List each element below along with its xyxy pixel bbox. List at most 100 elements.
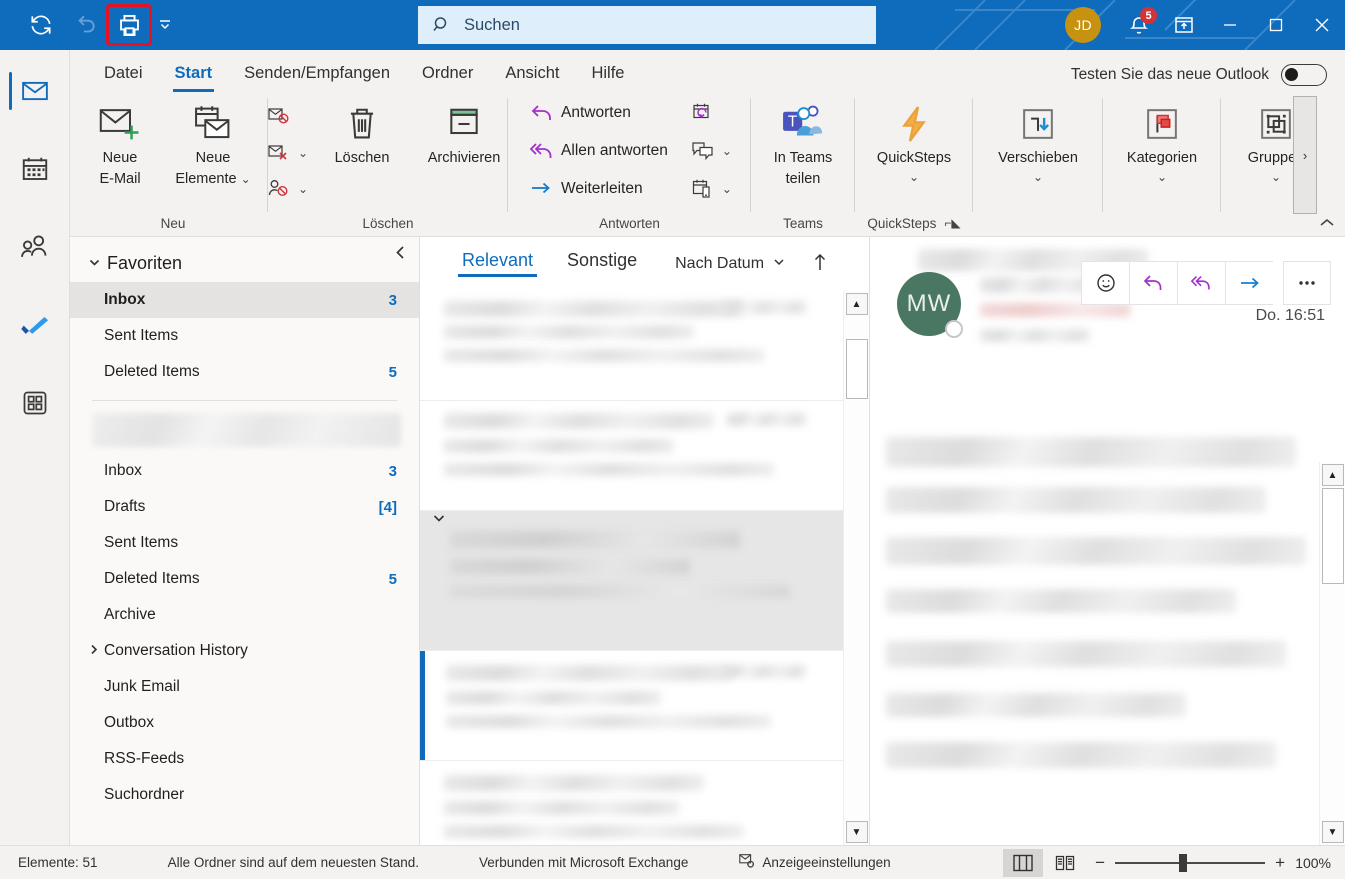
reply-button[interactable] <box>1129 261 1177 305</box>
favorites-header[interactable]: Favoriten <box>70 237 419 282</box>
reply-all-button[interactable]: Allen antworten <box>523 134 672 168</box>
avatar[interactable]: JD <box>1065 7 1101 43</box>
meeting-reply-button[interactable] <box>684 96 736 130</box>
sidebar-item-drafts[interactable]: Drafts [4] <box>70 489 419 525</box>
ignore-button[interactable] <box>260 100 312 134</box>
chevron-down-icon[interactable]: ⌄ <box>1033 170 1043 185</box>
chevron-down-icon[interactable]: ⌄ <box>722 144 732 158</box>
print-icon[interactable] <box>106 4 152 46</box>
tab-ordner[interactable]: Ordner <box>406 54 489 92</box>
sidebar-item-calendar[interactable] <box>7 142 63 196</box>
notifications-bell-icon[interactable]: 5 <box>1117 3 1161 47</box>
sidebar-item-inbox[interactable]: Inbox 3 <box>70 453 419 489</box>
scroll-up-button[interactable]: ▲ <box>845 293 868 315</box>
ribbon-overflow-button[interactable]: › <box>1293 96 1317 214</box>
sidebar-item-junk-email[interactable]: Junk Email <box>70 669 419 705</box>
undo-icon[interactable] <box>64 6 106 44</box>
ribbon-collapse-chevron-up-icon[interactable] <box>1315 212 1339 234</box>
normal-view-button[interactable] <box>1003 848 1044 877</box>
list-item-unread[interactable] <box>420 651 843 761</box>
zoom-slider[interactable] <box>1115 853 1266 872</box>
list-item-selected[interactable] <box>420 511 843 651</box>
junk-button[interactable]: ⌄ <box>260 136 312 170</box>
quicksteps-button[interactable]: QuickSteps ⌄ <box>862 98 966 188</box>
sidebar-item-apps[interactable] <box>7 376 63 430</box>
reading-pane-scrollbar[interactable]: ▲ ▼ <box>1319 462 1345 845</box>
new-items-button[interactable]: Neue Elemente ⌄ <box>161 98 265 191</box>
archive-button[interactable]: Archivieren <box>412 98 516 171</box>
tab-hilfe[interactable]: Hilfe <box>575 54 640 92</box>
react-emoji-button[interactable] <box>1081 261 1129 305</box>
tab-ansicht[interactable]: Ansicht <box>489 54 575 92</box>
delete-button[interactable]: Löschen <box>314 98 410 171</box>
im-reply-button[interactable]: ⌄ <box>684 134 736 168</box>
tab-start[interactable]: Start <box>159 54 229 92</box>
chevron-down-icon[interactable]: ⌄ <box>1157 170 1167 185</box>
dialog-launcher-icon[interactable]: ⌐◣ <box>944 216 960 230</box>
forward-button[interactable]: Weiterleiten <box>523 172 672 206</box>
reply-with-mobile-button[interactable]: ⌄ <box>684 172 736 206</box>
sort-ascending-arrow-icon[interactable] <box>812 252 828 277</box>
account-name-blurred[interactable] <box>92 413 401 447</box>
move-button[interactable]: Verschieben ⌄ <box>986 98 1090 188</box>
sidebar-item-suchordner[interactable]: Suchordner <box>70 777 419 813</box>
tab-relevant[interactable]: Relevant <box>458 250 538 279</box>
collapse-folder-pane-chevron-left-icon[interactable] <box>389 241 411 263</box>
zoom-in-button[interactable]: + <box>1275 853 1285 873</box>
zoom-out-button[interactable]: − <box>1095 853 1105 873</box>
minimize-button[interactable] <box>1207 0 1253 50</box>
sidebar-item-todo[interactable] <box>7 298 63 352</box>
sidebar-item-rss-feeds[interactable]: RSS-Feeds <box>70 741 419 777</box>
sync-icon[interactable] <box>20 6 62 44</box>
reply-all-button[interactable] <box>1177 261 1225 305</box>
sidebar-item-outbox[interactable]: Outbox <box>70 705 419 741</box>
list-item[interactable] <box>420 401 843 511</box>
chevron-down-icon[interactable]: ⌄ <box>298 182 308 196</box>
block-sender-button[interactable]: ⌄ <box>260 172 312 206</box>
zoom-level[interactable]: 100% <box>1295 855 1337 871</box>
scroll-down-button[interactable]: ▼ <box>845 821 868 843</box>
sidebar-item-favorites-deleted[interactable]: Deleted Items 5 <box>70 354 419 390</box>
new-outlook-toggle[interactable] <box>1281 64 1327 86</box>
chevron-down-icon[interactable]: ⌄ <box>909 170 919 185</box>
tab-sonstige[interactable]: Sonstige <box>563 250 641 279</box>
chevron-down-icon[interactable] <box>432 511 446 528</box>
list-item[interactable] <box>420 761 843 845</box>
reply-button[interactable]: Antworten <box>523 96 672 130</box>
chevron-down-icon[interactable]: ⌄ <box>1271 170 1281 185</box>
chevron-down-icon[interactable]: ⌄ <box>722 182 732 196</box>
qat-more-chevron-down-icon[interactable] <box>152 6 178 44</box>
categories-button[interactable]: Kategorien ⌄ <box>1110 98 1214 188</box>
forward-button[interactable] <box>1225 261 1273 305</box>
maximize-button[interactable] <box>1253 0 1299 50</box>
sidebar-item-favorites-inbox[interactable]: Inbox 3 <box>70 282 419 318</box>
zoom-control[interactable]: − + <box>1087 853 1293 873</box>
sidebar-item-people[interactable] <box>7 220 63 274</box>
sidebar-item-archive[interactable]: Archive <box>70 597 419 633</box>
list-item[interactable] <box>420 291 843 401</box>
scrollbar-thumb[interactable] <box>845 339 868 399</box>
more-actions-button[interactable] <box>1283 261 1331 305</box>
zoom-thumb[interactable] <box>1179 853 1188 872</box>
sidebar-item-favorites-sent[interactable]: Sent Items <box>70 318 419 354</box>
new-email-button[interactable]: Neue E-Mail <box>81 98 159 191</box>
view-settings-button[interactable]: Anzeigeeinstellungen <box>726 846 902 879</box>
search-input[interactable]: Suchen <box>418 6 876 44</box>
sidebar-item-sent-items[interactable]: Sent Items <box>70 525 419 561</box>
reading-view-button[interactable] <box>1045 849 1085 877</box>
close-button[interactable] <box>1299 0 1345 50</box>
chevron-right-icon[interactable] <box>88 643 104 659</box>
sidebar-item-mail[interactable] <box>7 64 63 118</box>
scroll-up-button[interactable]: ▲ <box>1321 464 1344 486</box>
chevron-down-icon[interactable]: ⌄ <box>298 146 308 160</box>
new-outlook-toggle-container[interactable]: Testen Sie das neue Outlook <box>1071 64 1327 86</box>
share-to-teams-button[interactable]: T In Teams teilen <box>755 98 851 191</box>
tab-senden-empfangen[interactable]: Senden/Empfangen <box>228 54 406 92</box>
message-list-scrollbar[interactable]: ▲ ▼ <box>843 291 869 845</box>
sort-by-dropdown[interactable]: Nach Datum <box>675 255 786 274</box>
tab-datei[interactable]: Datei <box>88 54 159 92</box>
sidebar-item-conversation-history[interactable]: Conversation History <box>70 633 419 669</box>
restore-ribbon-icon[interactable] <box>1161 3 1207 47</box>
chevron-down-icon[interactable]: ⌄ <box>241 172 251 186</box>
sidebar-item-deleted-items[interactable]: Deleted Items 5 <box>70 561 419 597</box>
